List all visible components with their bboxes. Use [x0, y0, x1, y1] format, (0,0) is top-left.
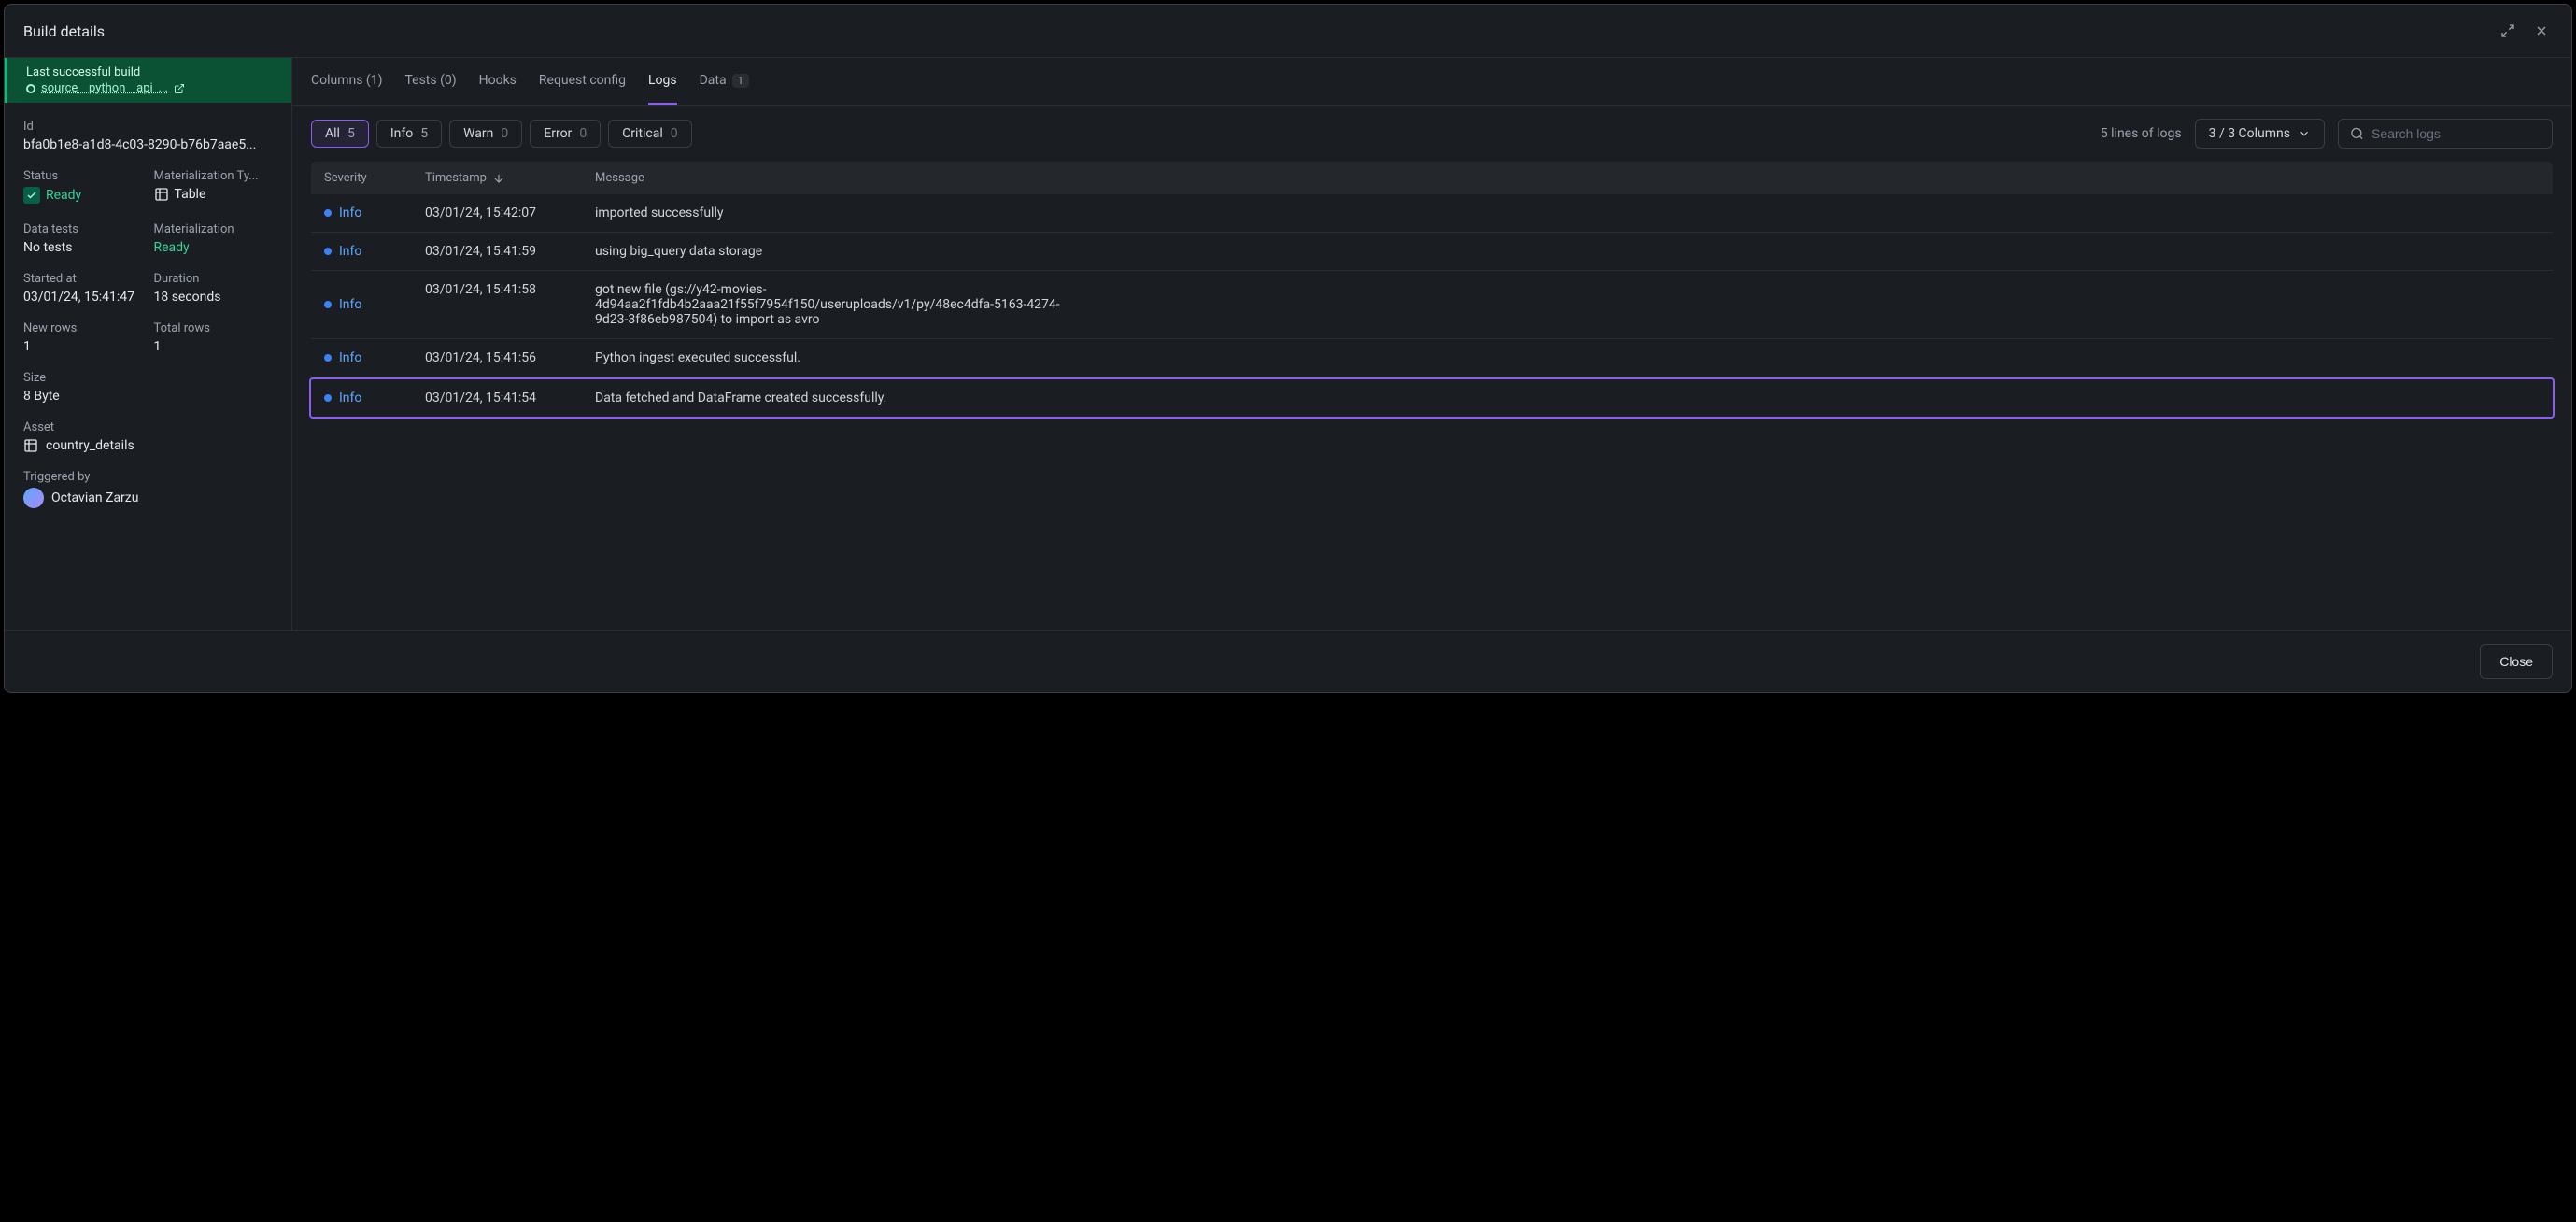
last-successful-build[interactable]: Last successful build source__python__ap…	[5, 58, 291, 103]
info-dot-icon	[324, 394, 332, 402]
columns-dropdown[interactable]: 3 / 3 Columns	[2195, 119, 2325, 149]
log-row[interactable]: Info 03/01/24, 15:41:58 got new file (gs…	[311, 271, 2553, 339]
log-table: Severity Timestamp Message Info 03/01/24…	[292, 162, 2571, 419]
field-started-at: Started at 03/01/24, 15:41:47	[23, 272, 143, 305]
message-cell: using big_query data storage	[595, 244, 1071, 259]
severity-cell: Info	[324, 350, 425, 365]
avatar	[23, 488, 44, 508]
logs-toolbar: All 5 Info 5 Warn 0 Error 0	[292, 106, 2571, 162]
tab-tests[interactable]: Tests (0)	[404, 58, 456, 105]
main-panel: Columns (1) Tests (0) Hooks Request conf…	[292, 58, 2571, 630]
toolbar-right: 5 lines of logs 3 / 3 Columns	[2101, 119, 2553, 149]
arrow-down-icon	[492, 172, 505, 185]
close-icon	[2534, 23, 2549, 38]
dialog-body: Last successful build source__python__ap…	[5, 58, 2571, 630]
filter-error[interactable]: Error 0	[530, 120, 601, 148]
log-row[interactable]: Info 03/01/24, 15:41:56 Python ingest ex…	[311, 339, 2553, 377]
titlebar: Build details	[5, 5, 2571, 58]
close-x-button[interactable]	[2530, 20, 2553, 42]
severity-label: Info	[339, 206, 361, 220]
log-row[interactable]: Info 03/01/24, 15:41:59 using big_query …	[311, 233, 2553, 271]
last-build-label: Last successful build	[26, 65, 273, 79]
filter-all[interactable]: All 5	[311, 120, 369, 148]
timestamp-cell: 03/01/24, 15:41:58	[425, 282, 595, 327]
last-build-name: source__python__api_...	[41, 81, 168, 95]
timestamp-cell: 03/01/24, 15:41:59	[425, 244, 595, 259]
tabs: Columns (1) Tests (0) Hooks Request conf…	[292, 58, 2571, 106]
field-duration: Duration 18 seconds	[154, 272, 274, 305]
field-status: Status Ready	[23, 169, 143, 206]
field-data-tests: Data tests No tests	[23, 222, 143, 255]
field-triggered-by: Triggered by Octavian Zarzu	[23, 470, 273, 508]
search-box[interactable]	[2338, 119, 2553, 149]
expand-icon	[2500, 23, 2515, 38]
sidebar: Last successful build source__python__ap…	[5, 58, 292, 630]
build-details-dialog: Build details Last successful build sour…	[4, 4, 2572, 693]
field-new-rows: New rows 1	[23, 321, 143, 354]
tab-data-badge: 1	[732, 74, 749, 88]
tab-logs[interactable]: Logs	[648, 58, 677, 105]
message-cell: Data fetched and DataFrame created succe…	[595, 391, 1071, 405]
severity-cell: Info	[324, 244, 425, 259]
info-dot-icon	[324, 248, 332, 255]
filter-info[interactable]: Info 5	[376, 120, 442, 148]
status-dot-icon	[26, 84, 35, 93]
timestamp-cell: 03/01/24, 15:41:56	[425, 350, 595, 365]
tab-columns[interactable]: Columns (1)	[311, 58, 382, 105]
last-build-link[interactable]: source__python__api_...	[26, 81, 273, 95]
field-total-rows: Total rows 1	[154, 321, 274, 354]
external-link-icon	[174, 83, 185, 94]
message-cell: got new file (gs://y42-movies-4d94aa2f1f…	[595, 282, 1071, 327]
message-cell: Python ingest executed successful.	[595, 350, 1071, 365]
info-dot-icon	[324, 209, 332, 217]
lines-of-logs: 5 lines of logs	[2101, 126, 2182, 141]
search-icon	[2350, 126, 2364, 141]
field-asset: Asset country_details	[23, 420, 273, 453]
filter-critical[interactable]: Critical 0	[608, 120, 691, 148]
dialog-title: Build details	[23, 22, 105, 40]
check-icon	[23, 187, 40, 204]
severity-cell: Info	[324, 391, 425, 405]
tab-data[interactable]: Data 1	[700, 58, 749, 105]
info-dot-icon	[324, 354, 332, 362]
table-icon	[154, 187, 169, 202]
field-materialization-type: Materialization Ty... Table	[154, 169, 274, 206]
severity-cell: Info	[324, 282, 425, 327]
col-timestamp[interactable]: Timestamp	[425, 171, 595, 185]
col-message[interactable]: Message	[595, 171, 2540, 185]
sidebar-content: Id bfa0b1e8-a1d8-4c03-8290-b76b7aae5... …	[5, 103, 291, 542]
col-severity[interactable]: Severity	[324, 171, 425, 185]
filter-chips: All 5 Info 5 Warn 0 Error 0	[311, 120, 692, 148]
search-input[interactable]	[2371, 126, 2541, 141]
info-dot-icon	[324, 301, 332, 308]
field-id: Id bfa0b1e8-a1d8-4c03-8290-b76b7aae5...	[23, 120, 273, 152]
table-icon	[23, 438, 38, 453]
severity-cell: Info	[324, 206, 425, 220]
title-actions	[2497, 20, 2553, 42]
dialog-footer: Close	[5, 630, 2571, 692]
log-header: Severity Timestamp Message	[311, 162, 2553, 194]
field-size: Size 8 Byte	[23, 371, 273, 404]
severity-label: Info	[339, 391, 361, 405]
log-row[interactable]: Info 03/01/24, 15:41:54 Data fetched and…	[309, 377, 2555, 419]
tab-hooks[interactable]: Hooks	[479, 58, 517, 105]
severity-label: Info	[339, 350, 361, 365]
filter-warn[interactable]: Warn 0	[449, 120, 522, 148]
log-row[interactable]: Info 03/01/24, 15:42:07 imported success…	[311, 194, 2553, 233]
chevron-down-icon	[2298, 127, 2311, 140]
timestamp-cell: 03/01/24, 15:42:07	[425, 206, 595, 220]
tab-request-config[interactable]: Request config	[539, 58, 626, 105]
severity-label: Info	[339, 244, 361, 259]
severity-label: Info	[339, 297, 361, 312]
expand-button[interactable]	[2497, 20, 2519, 42]
message-cell: imported successfully	[595, 206, 1071, 220]
close-button[interactable]: Close	[2480, 644, 2553, 679]
status-badge: Ready	[23, 187, 81, 204]
field-materialization: Materialization Ready	[154, 222, 274, 255]
timestamp-cell: 03/01/24, 15:41:54	[425, 391, 595, 405]
